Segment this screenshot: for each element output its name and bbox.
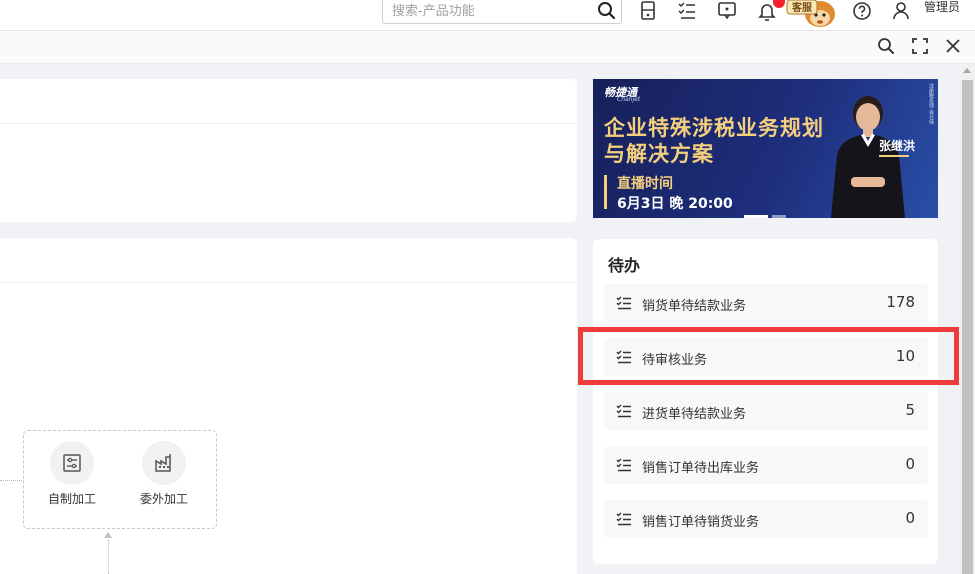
banner-side-text: 注册税务师·会计师 (928, 83, 934, 125)
highlight-annotation (578, 327, 959, 385)
card-divider (0, 282, 577, 283)
banner-accent-bar (604, 175, 607, 209)
page-search-icon[interactable] (876, 36, 896, 56)
flow-item-self-processing[interactable]: 自制加工 (37, 441, 107, 507)
todo-item-label: 销售订单待销货业务 (642, 515, 760, 530)
task-list-icon[interactable] (676, 0, 698, 22)
checklist-icon (616, 403, 632, 419)
banner-brand-sub: Chanjet (617, 96, 641, 103)
search-input[interactable] (383, 0, 588, 22)
carousel-dot-active[interactable] (744, 215, 768, 218)
carousel-dot[interactable] (772, 215, 786, 218)
banner-speaker-underline (879, 155, 909, 157)
checklist-icon (616, 295, 632, 311)
flow-arrow-up-icon (104, 532, 112, 538)
todo-item-order-pending-sale[interactable]: 销售订单待销货业务 0 (604, 500, 928, 538)
calculator-icon[interactable] (637, 0, 659, 22)
search-icon[interactable] (597, 1, 617, 21)
fullscreen-icon[interactable] (910, 36, 930, 56)
help-icon[interactable] (851, 0, 873, 22)
todo-item-label: 销售订单待出库业务 (642, 461, 760, 476)
flow-item-label: 自制加工 (47, 492, 96, 506)
factory-settings-icon (50, 441, 94, 485)
admin-label[interactable]: 管理员 (924, 0, 960, 14)
card-divider (0, 123, 577, 124)
mascot-label: 客服 (791, 1, 813, 14)
flow-item-outsourced-processing[interactable]: 委外加工 (129, 441, 199, 507)
todo-item-purchase-pending-payment[interactable]: 进货单待结款业务 5 (604, 392, 928, 430)
scroll-up-arrow-icon[interactable] (963, 68, 971, 73)
search-box[interactable] (382, 0, 622, 24)
top-bar: 客服 管理员 (0, 0, 975, 31)
user-icon[interactable] (890, 0, 912, 22)
banner-speaker-name: 张继洪 (879, 139, 916, 153)
todo-item-count: 5 (905, 401, 915, 419)
flow-connector-left (0, 480, 22, 481)
todo-panel: 待办 销货单待结款业务 178 待审核业务 10 进货单待结款业务 5 销售订单… (593, 239, 938, 564)
todo-item-label: 销货单待结款业务 (642, 299, 747, 314)
scrollbar-thumb[interactable] (962, 80, 973, 574)
promo-banner[interactable]: 畅捷通 Chanjet 企业特殊涉税业务规划 与解决方案 直播时间 6月3日 晚… (593, 79, 938, 218)
todo-item-order-pending-outbound[interactable]: 销售订单待出库业务 0 (604, 446, 928, 484)
content-card-top (0, 79, 577, 222)
close-icon[interactable] (943, 36, 963, 56)
todo-item-count: 178 (886, 293, 915, 311)
customer-service-mascot-icon[interactable]: 客服 (785, 0, 841, 30)
factory-building-icon (142, 441, 186, 485)
flow-connector-bottom (108, 540, 109, 574)
banner-carousel-dots[interactable] (744, 203, 790, 218)
sub-toolbar (0, 31, 975, 64)
todo-title: 待办 (608, 256, 641, 275)
banner-live-time: 6月3日 晚 20:00 (617, 196, 733, 212)
banner-title-line2: 与解决方案 (604, 142, 714, 166)
banner-live-label: 直播时间 (617, 176, 673, 192)
todo-item-sales-pending-payment[interactable]: 销货单待结款业务 178 (604, 284, 928, 322)
todo-item-count: 0 (905, 455, 915, 473)
todo-item-label: 进货单待结款业务 (642, 407, 747, 422)
flow-item-label: 委外加工 (139, 492, 188, 506)
todo-item-count: 0 (905, 509, 915, 527)
checklist-icon (616, 457, 632, 473)
message-screen-icon[interactable] (716, 0, 738, 22)
notification-badge (773, 0, 785, 8)
checklist-icon (616, 511, 632, 527)
